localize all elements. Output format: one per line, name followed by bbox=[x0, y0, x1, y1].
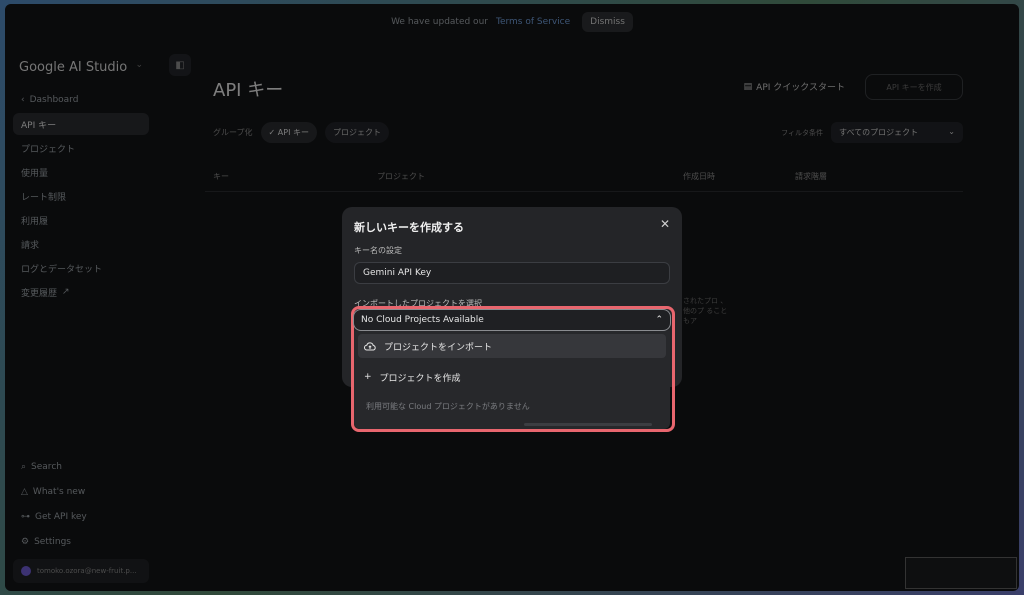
key-name-input[interactable] bbox=[354, 262, 670, 284]
cloud-upload-icon bbox=[364, 341, 376, 351]
key-name-label: キー名の設定 bbox=[354, 246, 402, 255]
plus-icon: + bbox=[364, 372, 372, 382]
option-label: プロジェクトをインポート bbox=[384, 342, 493, 353]
app-window: We have updated our Terms of Service Dis… bbox=[5, 4, 1019, 591]
select-value: No Cloud Projects Available bbox=[361, 315, 484, 325]
chevron-up-icon: ⌃ bbox=[655, 315, 663, 325]
import-project-option[interactable]: プロジェクトをインポート bbox=[358, 334, 666, 358]
close-icon[interactable]: ✕ bbox=[660, 217, 670, 231]
create-project-option[interactable]: + プロジェクトを作成 bbox=[358, 365, 666, 389]
dialog-title: 新しいキーを作成する bbox=[354, 221, 464, 234]
menu-scrollbar[interactable] bbox=[524, 423, 652, 426]
no-projects-note: 利用可能な Cloud プロジェクトがありません bbox=[366, 402, 530, 411]
window-thumbnail bbox=[905, 557, 1017, 589]
option-label: プロジェクトを作成 bbox=[379, 373, 461, 384]
project-dropdown-menu: プロジェクトをインポート + プロジェクトを作成 利用可能な Cloud プロジ… bbox=[354, 331, 670, 429]
project-select[interactable]: No Cloud Projects Available ⌃ bbox=[353, 309, 671, 331]
window-frame: We have updated our Terms of Service Dis… bbox=[0, 0, 1024, 595]
